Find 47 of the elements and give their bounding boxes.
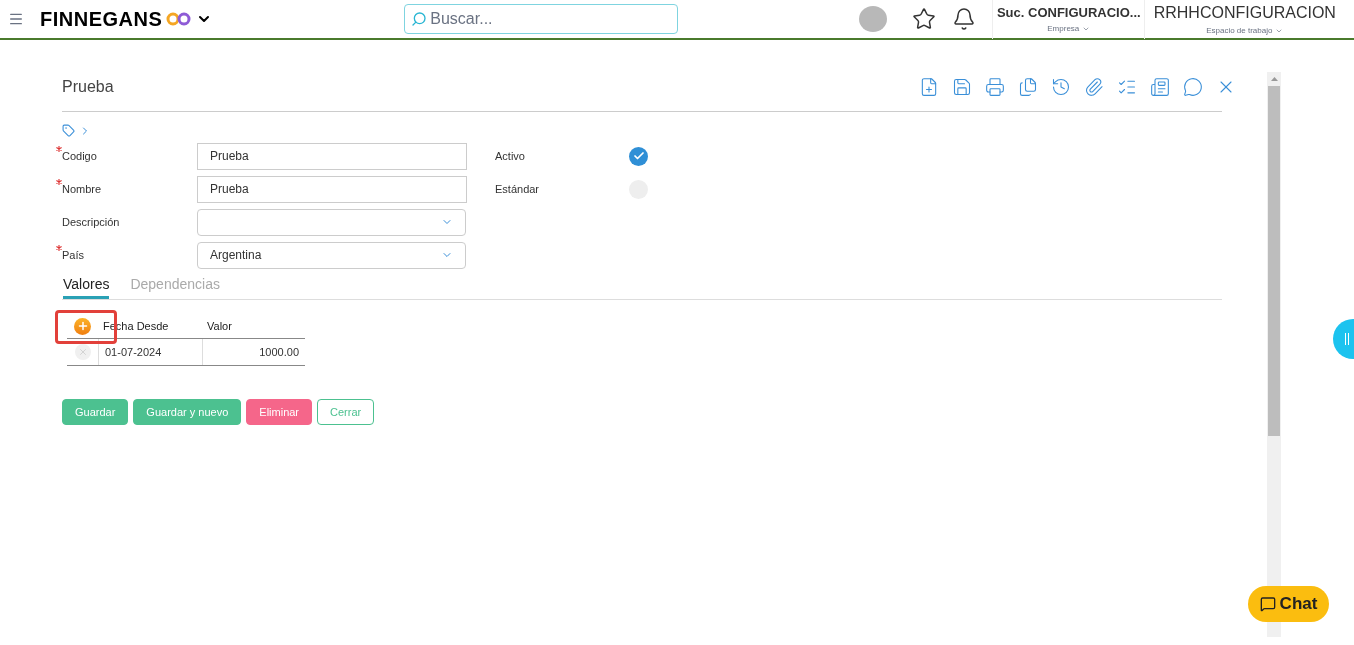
print-icon[interactable] [985, 76, 1005, 97]
table-cell: 1000.00 [202, 339, 305, 365]
column-header: Valor [206, 318, 232, 334]
save-icon[interactable] [952, 76, 972, 97]
history-icon[interactable] [1051, 76, 1071, 97]
table-cell: 01-07-2024 [98, 339, 202, 365]
favorites-icon[interactable] [912, 7, 937, 31]
checkbox-label: Activo [495, 148, 526, 164]
document-icon[interactable] [1150, 76, 1170, 97]
field-label: Nombre [62, 181, 102, 197]
checkbox-label: Estándar [495, 181, 541, 197]
brand-logo: FINNEGANS [40, 7, 163, 32]
comment-icon[interactable] [1183, 76, 1203, 97]
field-label: País [62, 247, 84, 263]
add-row-button[interactable] [74, 317, 91, 335]
required-mark-icon [56, 145, 62, 152]
copy-icon[interactable] [1018, 76, 1038, 97]
chat-icon [1259, 596, 1276, 612]
select-field[interactable]: Argentina [197, 241, 466, 269]
scroll-up-icon[interactable] [1270, 77, 1278, 81]
workspace-label[interactable]: Espacio de trabajo [1206, 25, 1273, 37]
company-label[interactable]: Empresa [1047, 22, 1080, 35]
text-field[interactable]: Prueba [197, 142, 467, 170]
new-file-icon[interactable] [919, 76, 939, 97]
field-label: Descripción [62, 214, 120, 230]
company-name[interactable]: Suc. CONFIGURACIO... [996, 3, 1141, 23]
search-icon [411, 11, 428, 27]
workspace-name[interactable]: RRHHCONFIGURACION [1153, 1, 1336, 25]
scrollbar-thumb[interactable] [1268, 86, 1280, 436]
pause-icon [1345, 333, 1350, 345]
text-field[interactable]: Prueba [197, 175, 467, 203]
required-mark-icon [56, 178, 62, 185]
field-label: Codigo [62, 148, 97, 164]
form-title: Prueba [62, 76, 114, 97]
logo-icon [166, 12, 193, 26]
chat-button[interactable]: Chat [1248, 586, 1329, 622]
search-field[interactable]: Buscar... [404, 4, 679, 34]
tag-icon[interactable] [62, 124, 75, 137]
check-icon [632, 150, 645, 162]
required-mark-icon [56, 244, 62, 251]
attach-icon[interactable] [1084, 76, 1104, 97]
select-field[interactable] [197, 208, 466, 236]
tab[interactable]: Valores [63, 274, 110, 299]
checkbox[interactable] [629, 146, 648, 166]
menu-icon[interactable] [8, 11, 24, 27]
close-icon [77, 347, 88, 357]
notifications-icon[interactable] [952, 7, 977, 31]
